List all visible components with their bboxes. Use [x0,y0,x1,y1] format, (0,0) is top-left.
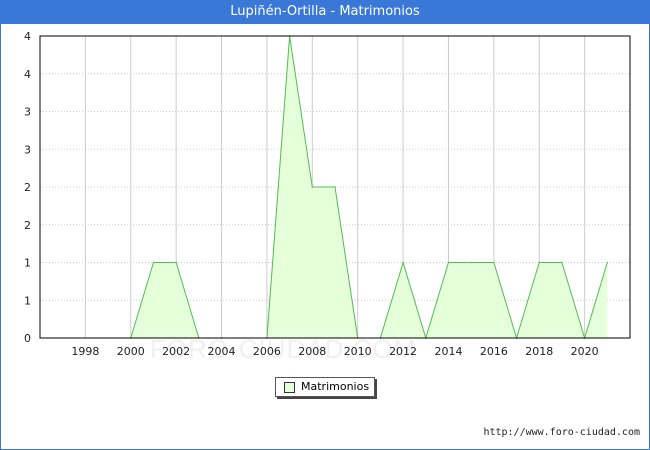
y-tick-label: 2 [24,181,31,194]
x-tick-label: 2008 [298,345,326,358]
x-tick-label: 1998 [71,345,99,358]
data-point [311,186,314,188]
data-point [152,261,155,264]
y-tick-label: 3 [24,143,31,156]
data-point [606,261,609,264]
data-point [334,186,336,188]
data-point [402,261,404,264]
y-tick-label: 4 [24,30,31,43]
x-tick-label: 2016 [480,345,508,358]
legend: Matrimonios [275,377,375,397]
source-url: http://www.foro-ciudad.com [483,427,640,438]
data-point [561,261,563,264]
data-point [175,261,177,264]
y-tick-label: 3 [24,106,31,119]
data-point [493,261,495,264]
y-tick-label: 1 [24,257,31,270]
x-tick-label: 2010 [344,345,372,358]
legend-swatch [284,382,295,393]
y-tick-label: 1 [24,294,31,307]
x-tick-label: 2018 [525,345,553,358]
x-tick-label: 2004 [208,345,236,358]
y-tick-label: 4 [24,68,31,81]
legend-label: Matrimonios [301,380,370,393]
data-point [470,261,472,264]
x-tick-label: 2000 [117,345,145,358]
x-tick-label: 2012 [389,345,417,358]
data-point [447,261,450,264]
data-point [538,261,541,264]
x-tick-label: 2020 [571,345,599,358]
x-tick-label: 2002 [162,345,190,358]
y-tick-label: 0 [24,332,31,345]
x-tick-label: 2006 [253,345,281,358]
y-tick-label: 2 [24,219,31,232]
x-tick-label: 2014 [434,345,462,358]
